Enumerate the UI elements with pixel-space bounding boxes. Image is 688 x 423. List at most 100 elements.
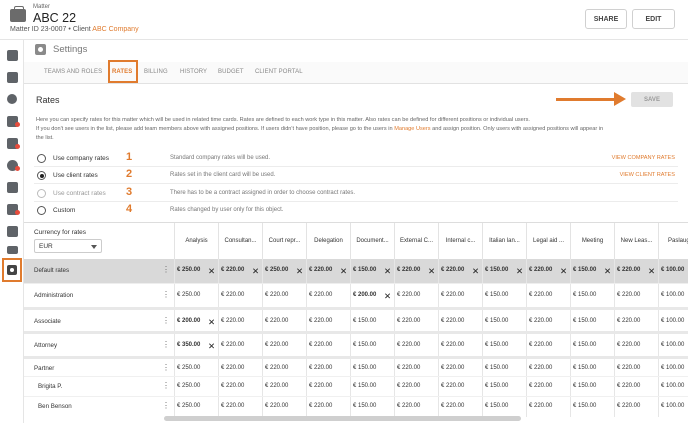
rate-cell[interactable]: € 220.00: [397, 318, 420, 324]
column-header[interactable]: Internal c...: [438, 223, 482, 259]
close-icon[interactable]: ✕: [604, 266, 611, 277]
column-header[interactable]: Legal aid ...: [526, 223, 570, 259]
rate-cell[interactable]: € 250.00: [177, 365, 200, 371]
more-vert-icon[interactable]: ⋮: [162, 363, 170, 372]
rate-cell[interactable]: € 100.00: [661, 383, 684, 389]
edit-button[interactable]: EDIT: [632, 9, 675, 29]
rate-cell[interactable]: € 150.00: [573, 383, 596, 389]
documents-icon[interactable]: [7, 50, 18, 61]
more-vert-icon[interactable]: ⋮: [162, 401, 170, 410]
column-header[interactable]: Paslauga: [658, 223, 688, 259]
column-header[interactable]: Delegation: [306, 223, 350, 259]
rate-cell[interactable]: € 220.00: [441, 342, 464, 348]
rate-cell[interactable]: € 220.00: [265, 403, 288, 409]
rate-cell[interactable]: € 150.00: [573, 403, 596, 409]
rate-cell[interactable]: € 250.00: [177, 403, 200, 409]
rate-cell[interactable]: € 220.00: [441, 365, 464, 371]
rate-cell[interactable]: € 220.00: [221, 342, 244, 348]
manage-users-link[interactable]: Manage Users: [394, 126, 430, 132]
option-custom[interactable]: Custom 4 Rates changed by user only for …: [24, 202, 688, 219]
column-header[interactable]: Meeting: [570, 223, 614, 259]
radio-custom[interactable]: [37, 206, 46, 215]
tab-teams-and-roles[interactable]: TEAMS AND ROLES: [44, 69, 102, 75]
view-company-rates-link[interactable]: VIEW COMPANY RATES: [612, 155, 675, 161]
rate-cell[interactable]: € 220.00: [529, 403, 552, 409]
client-link[interactable]: ABC Company: [92, 26, 138, 33]
save-button[interactable]: SAVE: [631, 92, 673, 107]
rate-cell[interactable]: € 220.00: [397, 365, 420, 371]
rate-cell[interactable]: € 220.00: [617, 318, 640, 324]
close-icon[interactable]: ✕: [296, 266, 303, 277]
rate-cell[interactable]: € 100.00: [661, 267, 684, 273]
rate-cell[interactable]: € 220.00: [309, 403, 332, 409]
rate-cell[interactable]: € 220.00: [221, 267, 244, 273]
column-header[interactable]: Analysis: [174, 223, 218, 259]
column-header[interactable]: Italian lan...: [482, 223, 526, 259]
rate-cell[interactable]: € 220.00: [617, 292, 640, 298]
rate-cell[interactable]: € 220.00: [441, 403, 464, 409]
option-client-rates[interactable]: Use client rates 2 Rates set in the clie…: [24, 167, 688, 184]
rate-cell[interactable]: € 150.00: [353, 318, 376, 324]
rate-cell[interactable]: € 220.00: [221, 318, 244, 324]
option-contract-rates[interactable]: Use contract rates 3 There has to be a c…: [24, 185, 688, 202]
rate-cell[interactable]: € 150.00: [485, 267, 508, 273]
rate-cell[interactable]: € 220.00: [529, 342, 552, 348]
rate-cell[interactable]: € 220.00: [617, 267, 640, 273]
view-client-rates-link[interactable]: VIEW CLIENT RATES: [620, 172, 675, 178]
rate-cell[interactable]: € 220.00: [309, 267, 332, 273]
rate-cell[interactable]: € 220.00: [617, 403, 640, 409]
rate-cell[interactable]: € 220.00: [617, 365, 640, 371]
column-header[interactable]: Court repr...: [262, 223, 306, 259]
rate-cell[interactable]: € 220.00: [529, 318, 552, 324]
close-icon[interactable]: ✕: [472, 266, 479, 277]
rate-cell[interactable]: € 250.00: [265, 267, 288, 273]
radio-contract-rates[interactable]: [37, 189, 46, 198]
rate-cell[interactable]: € 150.00: [353, 365, 376, 371]
rate-cell[interactable]: € 250.00: [177, 383, 200, 389]
rate-cell[interactable]: € 220.00: [617, 342, 640, 348]
close-icon[interactable]: ✕: [428, 266, 435, 277]
folder-time-icon[interactable]: [7, 226, 18, 237]
rate-cell[interactable]: € 150.00: [573, 267, 596, 273]
rate-cell[interactable]: € 220.00: [529, 365, 552, 371]
rate-cell[interactable]: € 220.00: [529, 267, 552, 273]
share-icon[interactable]: [7, 94, 17, 104]
more-vert-icon[interactable]: ⋮: [162, 316, 170, 325]
tab-budget[interactable]: BUDGET: [218, 69, 244, 75]
rate-cell[interactable]: € 220.00: [265, 292, 288, 298]
share-button[interactable]: SHARE: [585, 9, 627, 29]
rate-cell[interactable]: € 220.00: [309, 383, 332, 389]
rate-cell[interactable]: € 220.00: [397, 383, 420, 389]
rate-cell[interactable]: € 220.00: [441, 267, 464, 273]
close-icon[interactable]: ✕: [252, 266, 259, 277]
currency-select[interactable]: EUR: [34, 239, 102, 253]
mail-icon[interactable]: [7, 246, 18, 254]
rate-cell[interactable]: € 220.00: [309, 292, 332, 298]
rate-cell[interactable]: € 150.00: [573, 342, 596, 348]
tab-client-portal[interactable]: CLIENT PORTAL: [255, 69, 303, 75]
rate-cell[interactable]: € 150.00: [485, 342, 508, 348]
rate-cell[interactable]: € 220.00: [221, 292, 244, 298]
rate-cell[interactable]: € 150.00: [485, 292, 508, 298]
column-header[interactable]: External C...: [394, 223, 438, 259]
close-icon[interactable]: ✕: [560, 266, 567, 277]
rate-cell[interactable]: € 220.00: [529, 292, 552, 298]
rate-cell[interactable]: € 220.00: [265, 365, 288, 371]
rate-cell[interactable]: € 220.00: [221, 383, 244, 389]
rate-cell[interactable]: € 150.00: [485, 383, 508, 389]
rate-cell[interactable]: € 150.00: [573, 292, 596, 298]
rate-cell[interactable]: € 100.00: [661, 292, 684, 298]
rate-cell[interactable]: € 220.00: [441, 292, 464, 298]
rate-cell[interactable]: € 220.00: [265, 342, 288, 348]
more-vert-icon[interactable]: ⋮: [162, 290, 170, 299]
rate-cell[interactable]: € 100.00: [661, 342, 684, 348]
rate-cell[interactable]: € 220.00: [309, 318, 332, 324]
rate-cell[interactable]: € 220.00: [221, 403, 244, 409]
rate-cell[interactable]: € 220.00: [441, 318, 464, 324]
radio-company-rates[interactable]: [37, 154, 46, 163]
tab-history[interactable]: HISTORY: [180, 69, 207, 75]
horizontal-scrollbar[interactable]: [164, 416, 521, 421]
rate-cell[interactable]: € 220.00: [309, 342, 332, 348]
close-icon[interactable]: ✕: [648, 266, 655, 277]
close-icon[interactable]: ✕: [208, 266, 215, 277]
